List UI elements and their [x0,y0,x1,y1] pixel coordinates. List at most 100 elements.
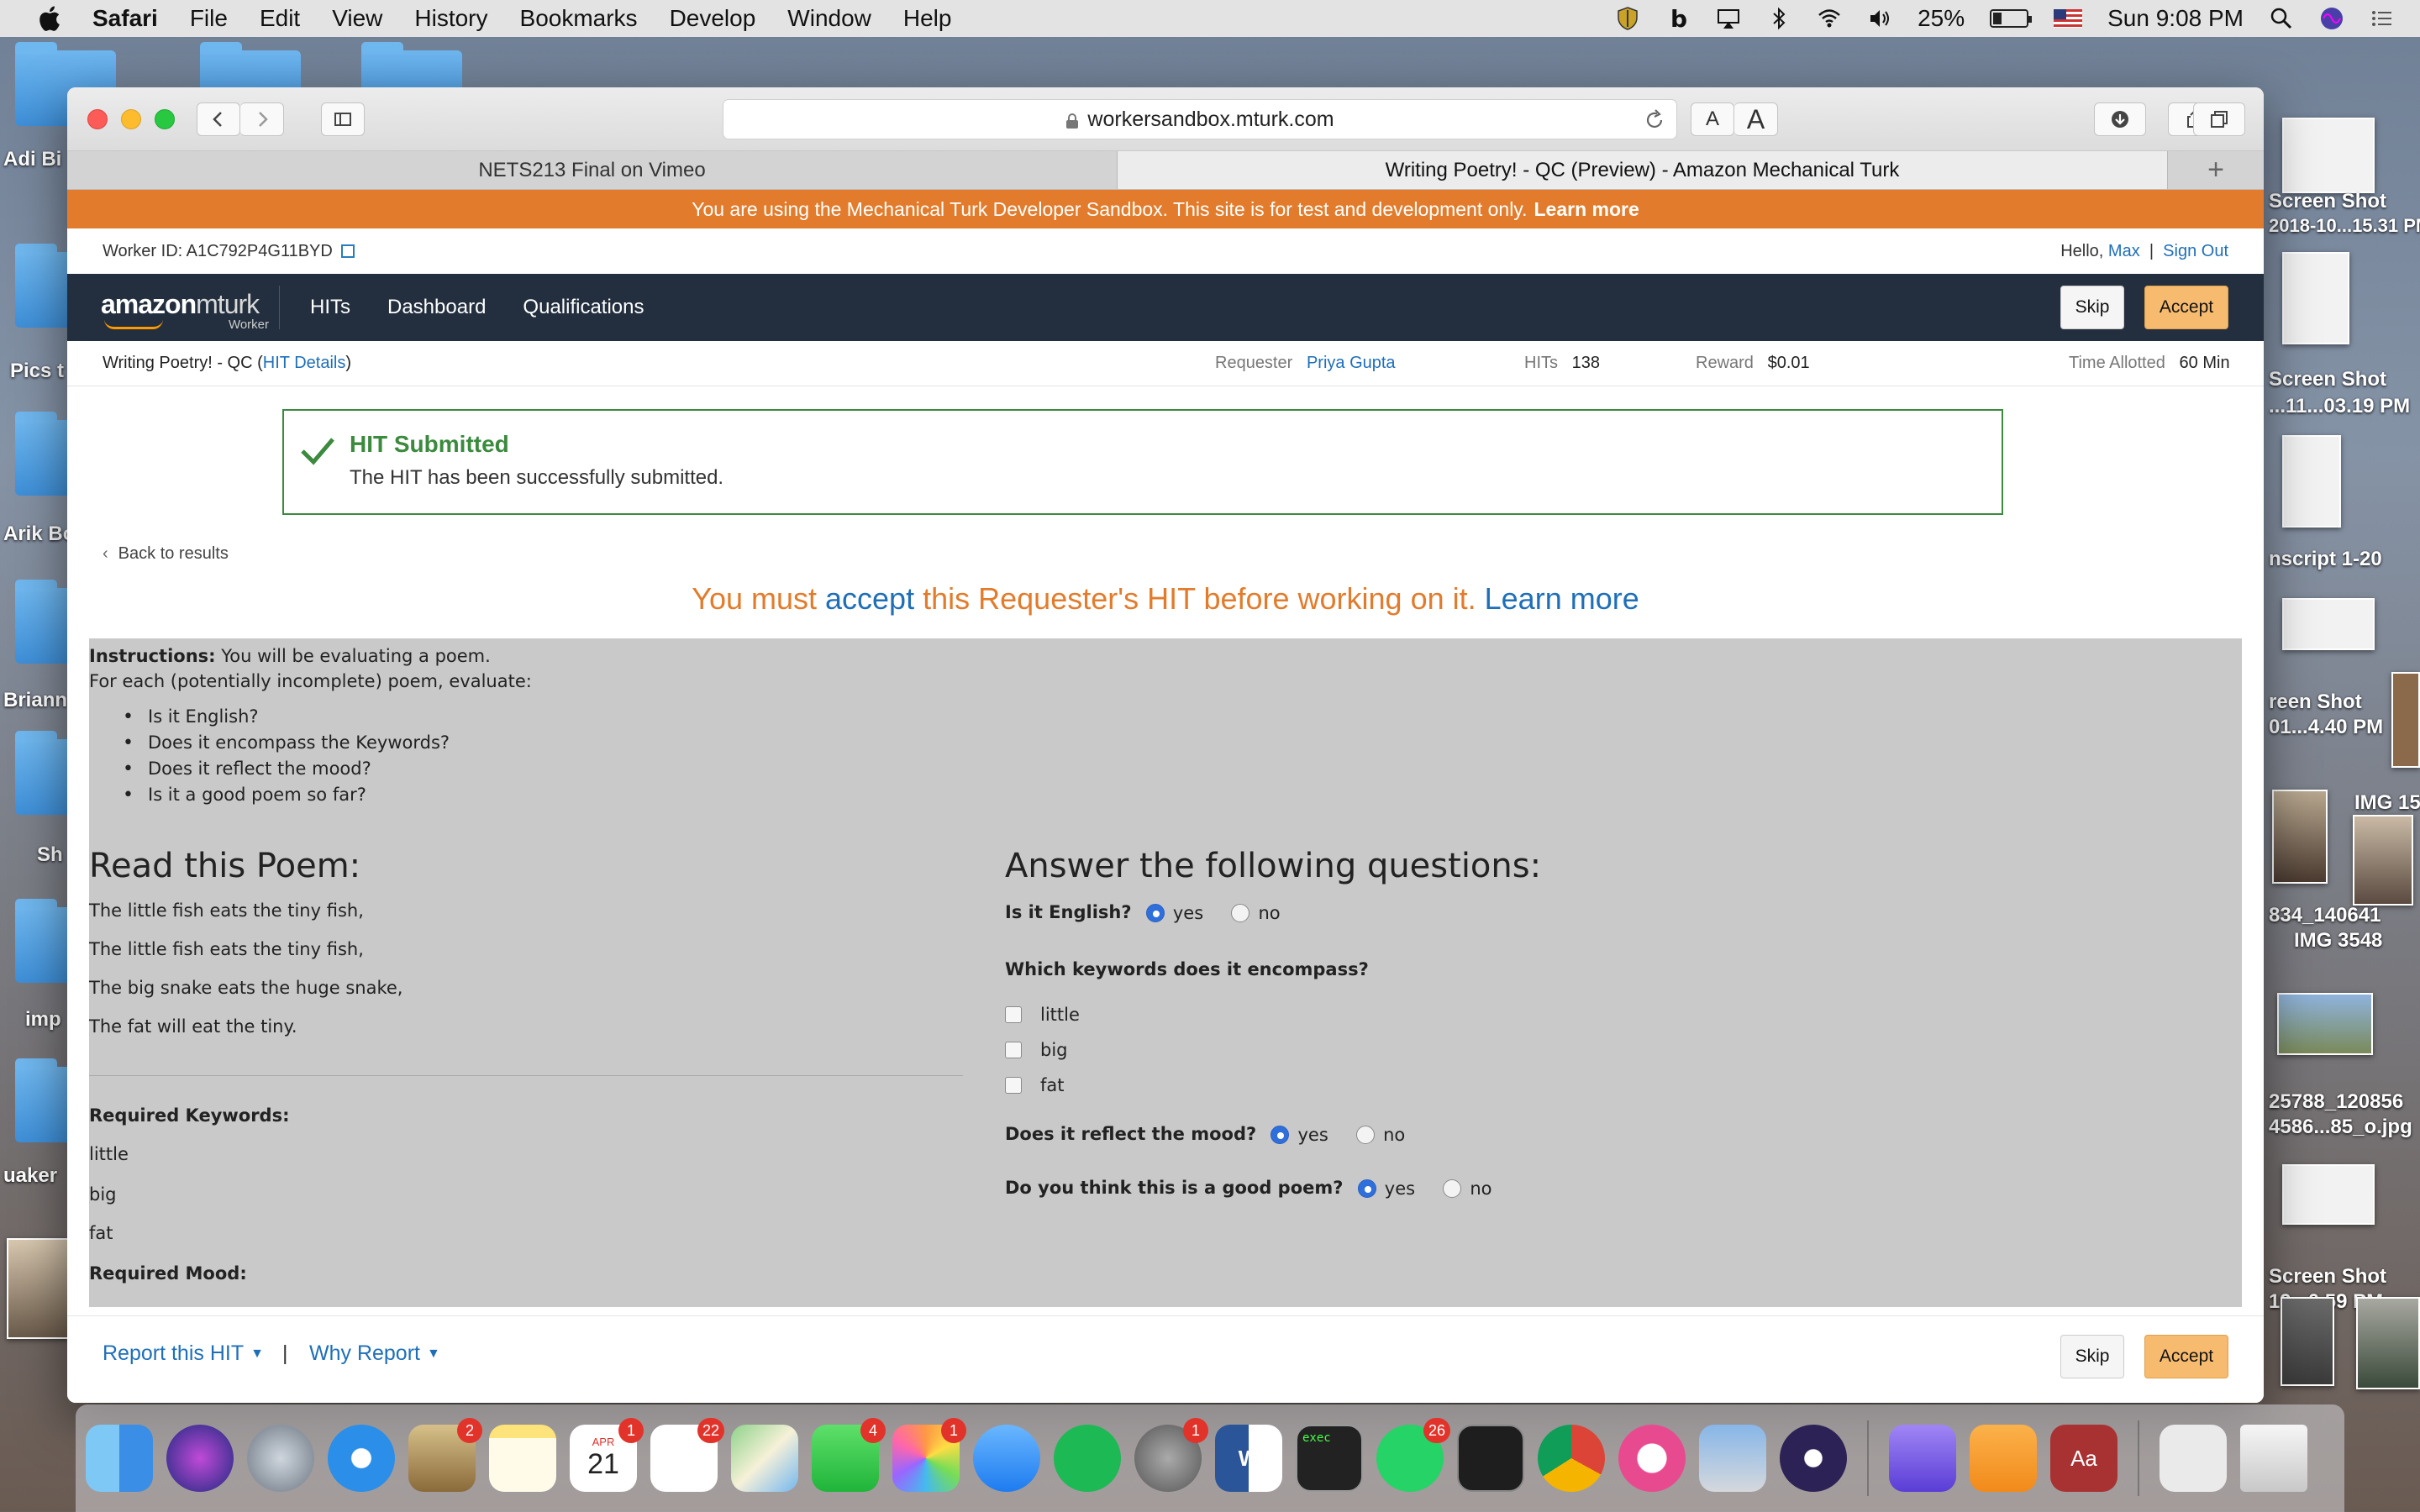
chrome-icon[interactable] [1538,1425,1605,1492]
system-preferences-icon[interactable]: 1 [1134,1418,1208,1492]
desktop-screenshot-thumbnail[interactable] [2282,118,2375,193]
downloads-button[interactable] [2094,102,2146,136]
forward-button[interactable] [240,102,284,136]
notes-icon[interactable] [489,1425,556,1492]
menu-file[interactable]: File [190,5,228,32]
downloads-stack-icon[interactable] [2160,1425,2227,1492]
menu-view[interactable]: View [332,5,382,32]
apple-icon[interactable] [34,3,64,34]
checkbox[interactable] [1005,1042,1022,1058]
hit-details-link[interactable]: HIT Details [263,354,346,372]
spotlight-search-icon[interactable] [2269,6,2294,31]
radio-good-no[interactable] [1443,1179,1462,1198]
menu-clock[interactable]: Sun 9:08 PM [2107,5,2244,32]
safari-icon[interactable] [328,1425,395,1492]
requester-link[interactable]: Priya Gupta [1307,354,1396,372]
desktop-photo[interactable] [2277,993,2373,1055]
zoom-window-button[interactable] [155,109,175,129]
minimize-window-button[interactable] [121,109,141,129]
radio-mood-yes[interactable] [1270,1126,1290,1144]
nav-dashboard[interactable]: Dashboard [387,296,486,319]
sidebar-toggle-button[interactable] [321,102,365,136]
amazon-mturk-logo[interactable]: amazonmturk Worker [101,282,269,333]
sandbox-learn-more-link[interactable]: Learn more [1534,198,1639,221]
reminders-icon[interactable]: 22 [650,1418,724,1492]
accept-button[interactable]: Accept [2144,286,2228,329]
checkbox-fat[interactable]: fat [1005,1075,1065,1095]
radio-good-yes[interactable] [1357,1179,1376,1198]
tab-mturk[interactable]: Writing Poetry! - QC (Preview) - Amazon … [1118,151,2168,189]
pages-icon[interactable] [1970,1425,2037,1492]
nav-hits[interactable]: HITs [310,296,350,319]
tabs-overview-button[interactable] [2193,102,2245,136]
footer-accept-button[interactable]: Accept [2144,1335,2228,1378]
menu-edit[interactable]: Edit [260,5,300,32]
preview-icon[interactable] [1699,1425,1766,1492]
siri-dock-icon[interactable] [166,1425,234,1492]
close-window-button[interactable] [87,109,108,129]
bluetooth-icon[interactable] [1766,6,1791,31]
radio-english-no[interactable] [1231,904,1250,922]
activity-monitor-icon[interactable] [1457,1425,1524,1492]
desktop-screenshot-thumbnail[interactable] [2282,1164,2375,1225]
facetime-icon[interactable]: 4 [812,1418,886,1492]
desktop-photo[interactable] [2391,672,2420,768]
itunes-icon[interactable] [1618,1425,1686,1492]
mail-icon[interactable]: 2 [408,1418,482,1492]
desktop-photo[interactable] [7,1238,69,1339]
messages-icon[interactable] [973,1425,1040,1492]
battery-icon[interactable] [1990,9,2033,28]
photos-icon[interactable]: 1 [892,1418,966,1492]
skip-button[interactable]: Skip [2060,286,2124,329]
word-icon[interactable]: W [1215,1425,1282,1492]
sign-out-link[interactable]: Sign Out [2163,242,2228,260]
desktop-screenshot-thumbnail[interactable] [2282,598,2375,650]
desktop-photo[interactable] [2272,790,2328,884]
desktop-photo[interactable] [2281,1297,2334,1386]
checkbox-little[interactable]: little [1005,1005,1080,1025]
menu-bookmarks[interactable]: Bookmarks [520,5,638,32]
finder-icon[interactable] [86,1425,153,1492]
menu-develop[interactable]: Develop [670,5,756,32]
copy-icon[interactable] [340,244,355,259]
dictionary-icon[interactable]: Aa [2050,1425,2118,1492]
eclipse-icon[interactable] [1780,1425,1847,1492]
menu-history[interactable]: History [414,5,487,32]
maps-icon[interactable] [731,1425,798,1492]
airplay-icon[interactable] [1716,6,1741,31]
terminal-icon[interactable]: exec [1296,1425,1363,1492]
notification-center-icon[interactable] [2370,6,2395,31]
text-larger-button[interactable]: A [1734,102,1778,136]
checkbox[interactable] [1005,1006,1022,1023]
text-smaller-button[interactable]: A [1691,102,1734,136]
address-bar[interactable]: workersandbox.mturk.com [723,99,1677,139]
menu-safari[interactable]: Safari [92,5,158,32]
learn-more-link[interactable]: Learn more [1485,581,1639,616]
footer-skip-button[interactable]: Skip [2060,1335,2124,1378]
desktop-document-thumbnail[interactable] [2282,435,2341,528]
reload-icon[interactable] [1643,108,1666,132]
calendar-icon[interactable]: APR 21 1 [570,1418,644,1492]
back-to-results-link[interactable]: ‹ Back to results [103,544,229,564]
desktop-screenshot-thumbnail[interactable] [2282,252,2349,344]
whatsapp-icon[interactable]: 26 [1376,1418,1450,1492]
bold-b-icon[interactable]: b [1665,6,1691,31]
checkbox-big[interactable]: big [1005,1040,1068,1060]
tab-vimeo[interactable]: NETS213 Final on Vimeo [67,151,1118,189]
shield-icon[interactable] [1615,6,1640,31]
spotify-icon[interactable] [1054,1425,1121,1492]
report-hit-dropdown[interactable]: Report this HIT ▼ [103,1341,264,1366]
trash-icon[interactable] [2240,1425,2307,1492]
back-button[interactable] [197,102,240,136]
desktop-photo[interactable] [2353,815,2413,906]
nav-qualifications[interactable]: Qualifications [523,296,644,319]
accept-link[interactable]: accept [825,581,914,616]
menu-window[interactable]: Window [787,5,871,32]
imovie-icon[interactable] [1889,1425,1956,1492]
why-report-dropdown[interactable]: Why Report ▼ [309,1341,440,1366]
radio-mood-no[interactable] [1356,1126,1376,1144]
desktop-photo[interactable] [2356,1297,2420,1389]
volume-icon[interactable] [1867,6,1892,31]
menu-help[interactable]: Help [903,5,952,32]
user-link[interactable]: Max [2108,242,2140,260]
